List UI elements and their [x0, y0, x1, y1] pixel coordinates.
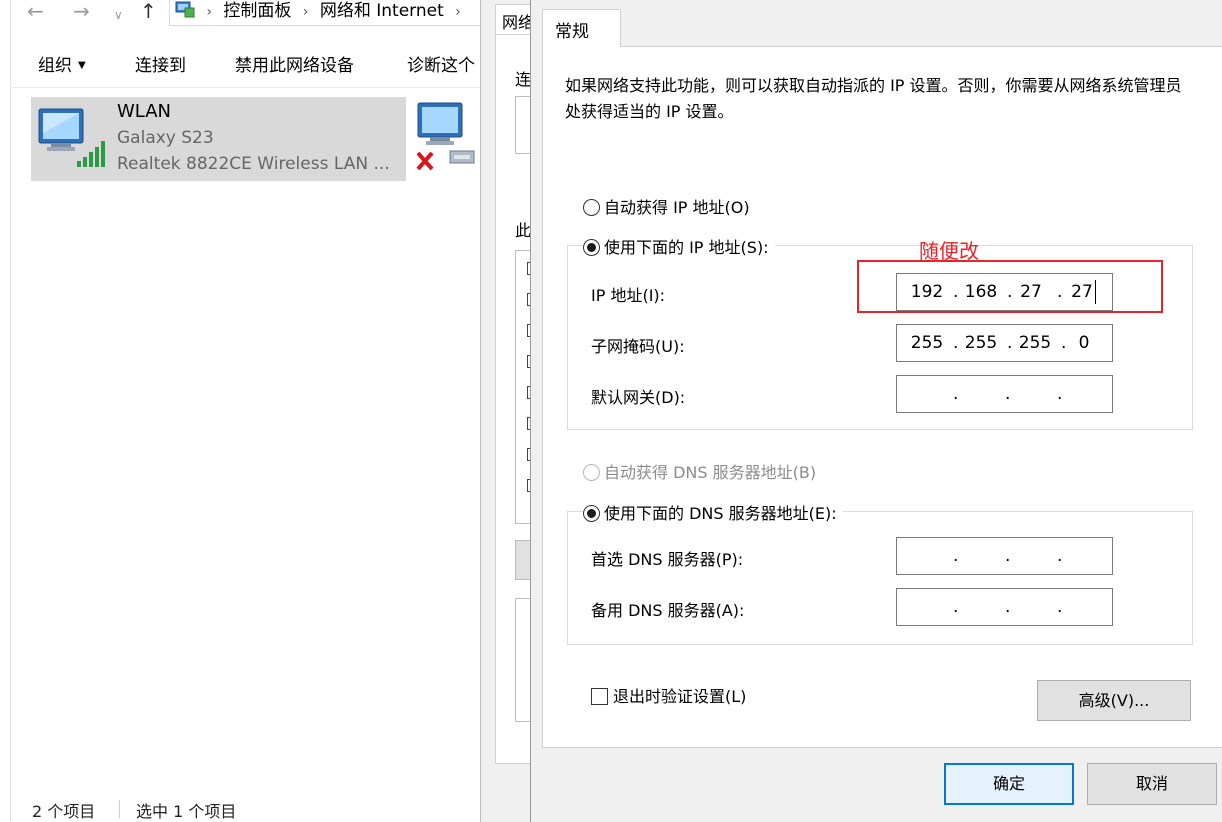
- radio-indicator: [583, 239, 600, 256]
- network-item-ethernet[interactable]: [414, 97, 480, 181]
- octet-separator: .: [1005, 597, 1011, 617]
- tab-general[interactable]: 常规: [542, 9, 621, 47]
- ipv4-properties-dialog: 常规 如果网络支持此功能，则可以获取自动指派的 IP 设置。否则，你需要从网络系…: [530, 0, 1222, 822]
- breadcrumb-chevron-icon: ›: [302, 4, 309, 20]
- subnet-octet: 255: [964, 333, 998, 353]
- subnet-octet: 255: [910, 333, 944, 353]
- octet-separator: .: [953, 597, 959, 617]
- subnet-octet: 255: [1018, 333, 1052, 353]
- diagnose-button[interactable]: 诊断这个: [407, 51, 475, 76]
- radio-indicator: [583, 505, 600, 522]
- breadcrumb-network-internet[interactable]: 网络和 Internet: [320, 1, 444, 21]
- ok-button[interactable]: 确定: [944, 763, 1074, 805]
- breadcrumb-control-panel[interactable]: 控制面板: [223, 1, 291, 21]
- octet-separator: .: [1061, 333, 1067, 353]
- subnet-octet: 0: [1078, 333, 1090, 353]
- checkbox-indicator: [591, 688, 608, 705]
- network-adapter: Realtek 8822CE Wireless LAN ...: [117, 154, 390, 174]
- recent-dropdown-icon[interactable]: ∨: [114, 4, 123, 30]
- general-panel: 如果网络支持此功能，则可以获取自动指派的 IP 设置。否则，你需要从网络系统管理…: [542, 46, 1222, 748]
- address-bar[interactable]: › 控制面板 › 网络和 Internet ›: [169, 0, 499, 26]
- wireless-network-icon: [37, 103, 107, 169]
- selected-count: 选中 1 个项目: [136, 802, 237, 821]
- radio-indicator: [583, 199, 600, 216]
- octet-separator: .: [1057, 546, 1063, 566]
- breadcrumb-chevron-icon: ›: [455, 4, 461, 20]
- explorer-window: ← → ∨ ↑ › 控制面板 › 网络和 Internet › 组织 ▼ 连接到…: [0, 0, 499, 822]
- octet-separator: .: [1057, 384, 1063, 404]
- radio-indicator: [583, 464, 600, 481]
- description-text: 如果网络支持此功能，则可以获取自动指派的 IP 设置。否则，你需要从网络系统管理…: [565, 76, 1182, 121]
- subnet-mask-label: 子网掩码(U):: [591, 337, 685, 356]
- octet-separator: .: [953, 333, 959, 353]
- network-item-wlan[interactable]: WLAN Galaxy S23 Realtek 8822CE Wireless …: [31, 97, 406, 181]
- wlan-properties-window: 网络 连 此: [480, 0, 536, 822]
- octet-separator: .: [1005, 384, 1011, 404]
- default-gateway-label: 默认网关(D):: [591, 388, 686, 407]
- up-arrow-icon[interactable]: ↑: [140, 0, 157, 26]
- octet-separator: .: [1057, 597, 1063, 617]
- connect-using-label: 连: [515, 70, 532, 89]
- auto-dns-radio[interactable]: 自动获得 DNS 服务器地址(B): [583, 459, 816, 483]
- cancel-button[interactable]: 取消: [1087, 763, 1217, 805]
- network-ssid: Galaxy S23: [117, 128, 214, 148]
- item-count: 2 个项目: [32, 802, 96, 821]
- breadcrumb-chevron-icon: ›: [206, 4, 213, 20]
- items-label: 此: [515, 221, 532, 240]
- navigation-bar: ← → ∨ ↑ › 控制面板 › 网络和 Internet ›: [11, 0, 499, 30]
- validate-on-exit-checkbox[interactable]: 退出时验证设置(L): [591, 683, 746, 707]
- preferred-dns-field[interactable]: . . .: [896, 537, 1113, 575]
- default-gateway-field[interactable]: . . .: [896, 375, 1113, 413]
- manual-dns-radio[interactable]: 使用下面的 DNS 服务器地址(E):: [583, 500, 843, 524]
- left-edge-fragment: [0, 0, 11, 822]
- organize-menu-button[interactable]: 组织 ▼: [38, 51, 86, 76]
- divider: [119, 800, 120, 818]
- ip-address-label: IP 地址(I):: [591, 286, 666, 305]
- command-bar: 组织 ▼ 连接到 禁用此网络设备 诊断这个: [11, 40, 480, 88]
- auto-ip-radio[interactable]: 自动获得 IP 地址(O): [583, 194, 750, 218]
- disable-device-button[interactable]: 禁用此网络设备: [235, 51, 354, 76]
- connect-to-button[interactable]: 连接到: [135, 51, 186, 76]
- chevron-down-icon: ▼: [78, 60, 86, 71]
- control-panel-icon: [175, 0, 195, 18]
- octet-separator: .: [1007, 333, 1013, 353]
- disconnected-ethernet-icon: [416, 102, 475, 171]
- forward-arrow-icon[interactable]: →: [73, 0, 90, 26]
- alternate-dns-label: 备用 DNS 服务器(A):: [591, 601, 745, 620]
- subnet-mask-field[interactable]: 255 . 255 . 255 . 0: [896, 324, 1113, 362]
- preferred-dns-label: 首选 DNS 服务器(P):: [591, 550, 744, 569]
- annotation-highlight: [857, 260, 1163, 313]
- network-name: WLAN: [117, 101, 172, 122]
- octet-separator: .: [1005, 546, 1011, 566]
- octet-separator: .: [953, 384, 959, 404]
- alternate-dns-field[interactable]: . . .: [896, 588, 1113, 626]
- back-arrow-icon[interactable]: ←: [27, 0, 44, 26]
- octet-separator: .: [953, 546, 959, 566]
- status-bar: 2 个项目 选中 1 个项目: [11, 794, 480, 822]
- manual-ip-radio[interactable]: 使用下面的 IP 地址(S):: [583, 234, 775, 258]
- advanced-button[interactable]: 高级(V)...: [1037, 680, 1191, 721]
